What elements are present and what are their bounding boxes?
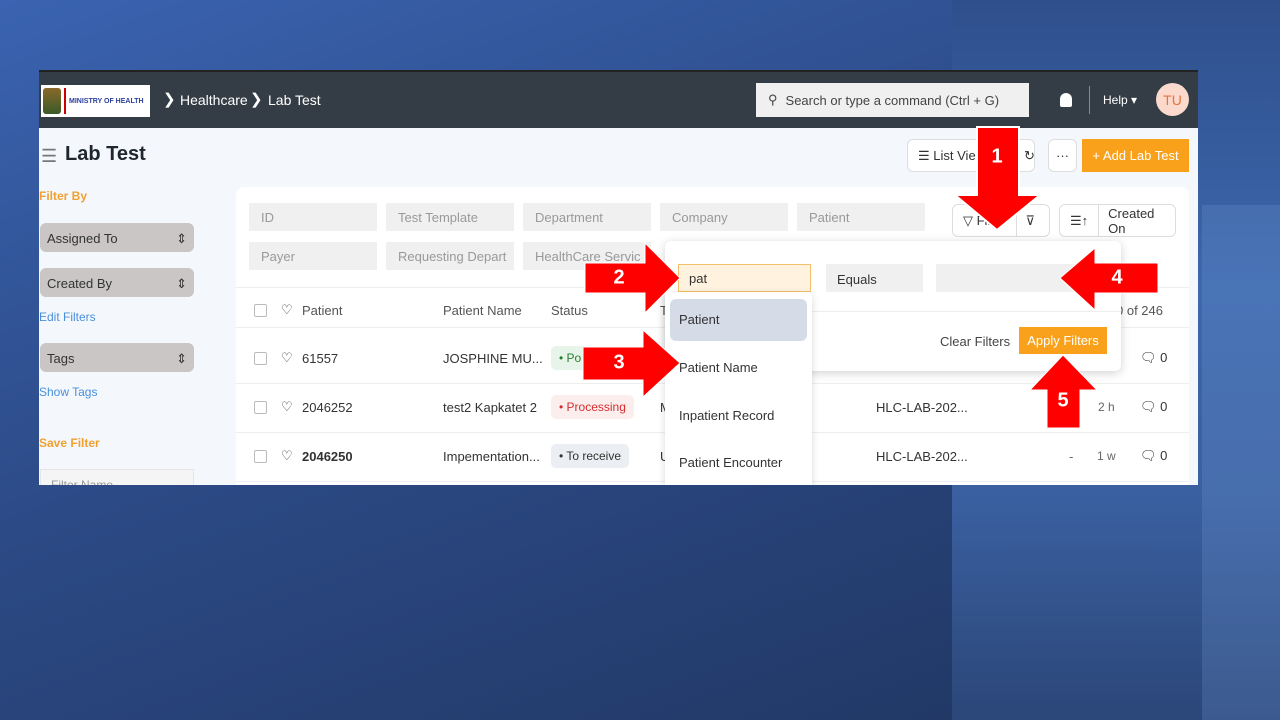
annotation-5: 5 bbox=[1057, 389, 1069, 412]
arrow-3 bbox=[582, 328, 681, 399]
arrow-4 bbox=[1059, 246, 1159, 312]
arrow-2 bbox=[584, 241, 681, 315]
arrow-1 bbox=[952, 126, 1043, 232]
annotation-2: 2 bbox=[613, 266, 625, 289]
annotation-1: 1 bbox=[991, 145, 1003, 168]
annotation-3: 3 bbox=[613, 351, 625, 374]
annotation-4: 4 bbox=[1111, 266, 1123, 289]
annotation-arrows bbox=[582, 126, 1159, 429]
